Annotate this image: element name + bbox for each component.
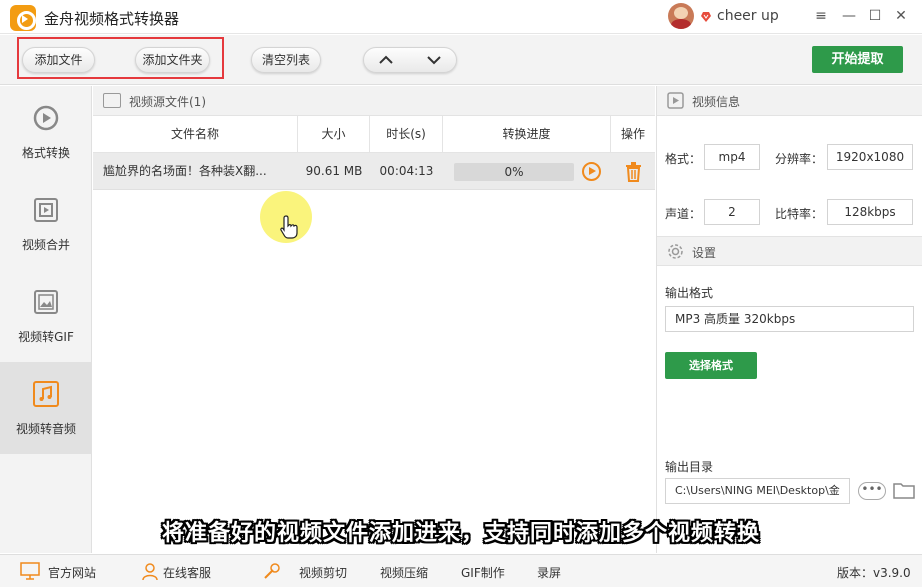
title-bar: 金舟视频格式转换器 cheer up ≡ — ☐ ✕ — [0, 0, 922, 34]
video-info-icon — [667, 92, 684, 109]
video-cut-link[interactable]: 视频剪切 — [299, 564, 347, 581]
output-format-field[interactable]: MP3 高质量 320kbps — [665, 306, 914, 332]
screen-record-link[interactable]: 录屏 — [537, 564, 561, 581]
chevron-down-icon[interactable] — [426, 55, 442, 65]
settings-title: 设置 — [692, 246, 717, 260]
video-info-title: 视频信息 — [692, 95, 741, 109]
username[interactable]: cheer up — [717, 8, 779, 24]
sidebar-item-video-to-audio[interactable]: 视频转音频 — [0, 362, 92, 454]
vip-heart-icon — [701, 12, 711, 22]
play-icon[interactable] — [582, 162, 601, 181]
maximize-icon[interactable]: ☐ — [866, 7, 884, 25]
file-list-title: 视频源文件(1) — [129, 95, 206, 109]
tools-icon — [264, 563, 280, 579]
sidebar-item-format-convert[interactable]: 格式转换 — [0, 86, 92, 178]
column-header-name[interactable]: 文件名称 — [93, 116, 298, 153]
browse-dots-button[interactable]: ••• — [858, 482, 886, 500]
format-value: mp4 — [704, 144, 760, 170]
sidebar-item-video-to-gif[interactable]: 视频转GIF — [0, 270, 92, 362]
gif-make-link[interactable]: GIF制作 — [461, 564, 505, 581]
format-label: 格式： — [665, 152, 702, 166]
music-note-icon — [33, 381, 59, 407]
sidebar-item-video-merge[interactable]: 视频合并 — [0, 178, 92, 270]
sidebar-item-label: 视频转GIF — [18, 330, 74, 344]
chevron-up-icon[interactable] — [378, 55, 394, 65]
right-panel: 视频信息 格式： mp4 分辨率： 1920x1080 声道： 2 比特率： 1… — [656, 86, 922, 553]
bitrate-label: 比特率： — [775, 207, 824, 221]
file-duration-cell: 00:04:13 — [379, 164, 434, 178]
clear-list-button[interactable]: 清空列表 — [251, 47, 321, 73]
sidebar: 格式转换 视频合并 视频转GIF 视频转音频 — [0, 86, 92, 553]
file-list-header: 视频源文件(1) — [93, 86, 655, 116]
start-extract-button[interactable]: 开始提取 — [812, 46, 903, 73]
resolution-value: 1920x1080 — [827, 144, 913, 170]
user-avatar[interactable] — [668, 3, 694, 29]
folder-icon[interactable] — [893, 481, 915, 499]
version-label: 版本：v3.9.0 — [837, 566, 911, 580]
add-folder-button[interactable]: 添加文件夹 — [135, 47, 210, 73]
file-list-panel: 视频源文件(1) 文件名称 大小 时长(s) 转换进度 操作 尴尬界的名场面！各… — [93, 86, 655, 553]
settings-header: 设置 — [657, 236, 922, 266]
column-header-duration[interactable]: 时长(s) — [370, 116, 443, 153]
column-header-progress[interactable]: 转换进度 — [443, 116, 611, 153]
menu-icon[interactable]: ≡ — [812, 7, 830, 25]
format-convert-icon — [33, 105, 59, 131]
close-icon[interactable]: ✕ — [892, 7, 910, 25]
resolution-label: 分辨率： — [775, 152, 824, 166]
video-compress-link[interactable]: 视频压缩 — [380, 564, 428, 581]
sidebar-item-label: 视频合并 — [21, 238, 70, 252]
monitor-icon — [20, 562, 40, 580]
sidebar-item-label: 格式转换 — [21, 146, 70, 160]
output-dir-label: 输出目录 — [665, 460, 714, 474]
channel-label: 声道： — [665, 207, 702, 221]
bitrate-value: 128kbps — [827, 199, 913, 225]
table-row[interactable]: 尴尬界的名场面！各种装X翻... 90.61 MB 00:04:13 0% — [93, 153, 655, 190]
app-title: 金舟视频格式转换器 — [44, 10, 180, 28]
column-header-size[interactable]: 大小 — [298, 116, 370, 153]
official-website-link[interactable]: 官方网站 — [48, 564, 96, 581]
output-format-label: 输出格式 — [665, 286, 714, 300]
minimize-icon[interactable]: — — [840, 7, 858, 25]
toolbar: 添加文件 添加文件夹 清空列表 开始提取 — [0, 35, 922, 85]
app-logo-icon — [10, 5, 36, 31]
select-format-button[interactable]: 选择格式 — [665, 352, 757, 379]
file-name-cell: 尴尬界的名场面！各种装X翻... — [103, 164, 267, 178]
output-dir-field[interactable]: C:\Users\NING MEI\Desktop\金 — [665, 478, 850, 504]
file-size-cell: 90.61 MB — [305, 164, 363, 178]
sidebar-item-label: 视频转音频 — [15, 422, 76, 436]
channel-value: 2 — [704, 199, 760, 225]
move-buttons-group — [363, 47, 457, 73]
video-info-header: 视频信息 — [657, 86, 922, 116]
video-source-icon — [103, 93, 121, 108]
online-support-link[interactable]: 在线客服 — [163, 564, 211, 581]
video-subtitle: 将准备好的视频文件添加进来，支持同时添加多个视频转换 — [161, 521, 760, 546]
video-merge-icon — [34, 198, 58, 222]
customer-service-icon — [142, 563, 158, 581]
bottom-bar: 官方网站 在线客服 视频剪切 视频压缩 GIF制作 录屏 版本：v3.9.0 — [0, 554, 922, 587]
gear-icon — [668, 244, 683, 259]
gif-icon — [34, 290, 58, 314]
trash-icon[interactable] — [625, 162, 642, 182]
progress-bar: 0% — [454, 163, 574, 181]
column-header-actions: 操作 — [611, 116, 655, 153]
add-file-button[interactable]: 添加文件 — [22, 47, 95, 73]
hand-cursor-icon — [280, 215, 298, 239]
